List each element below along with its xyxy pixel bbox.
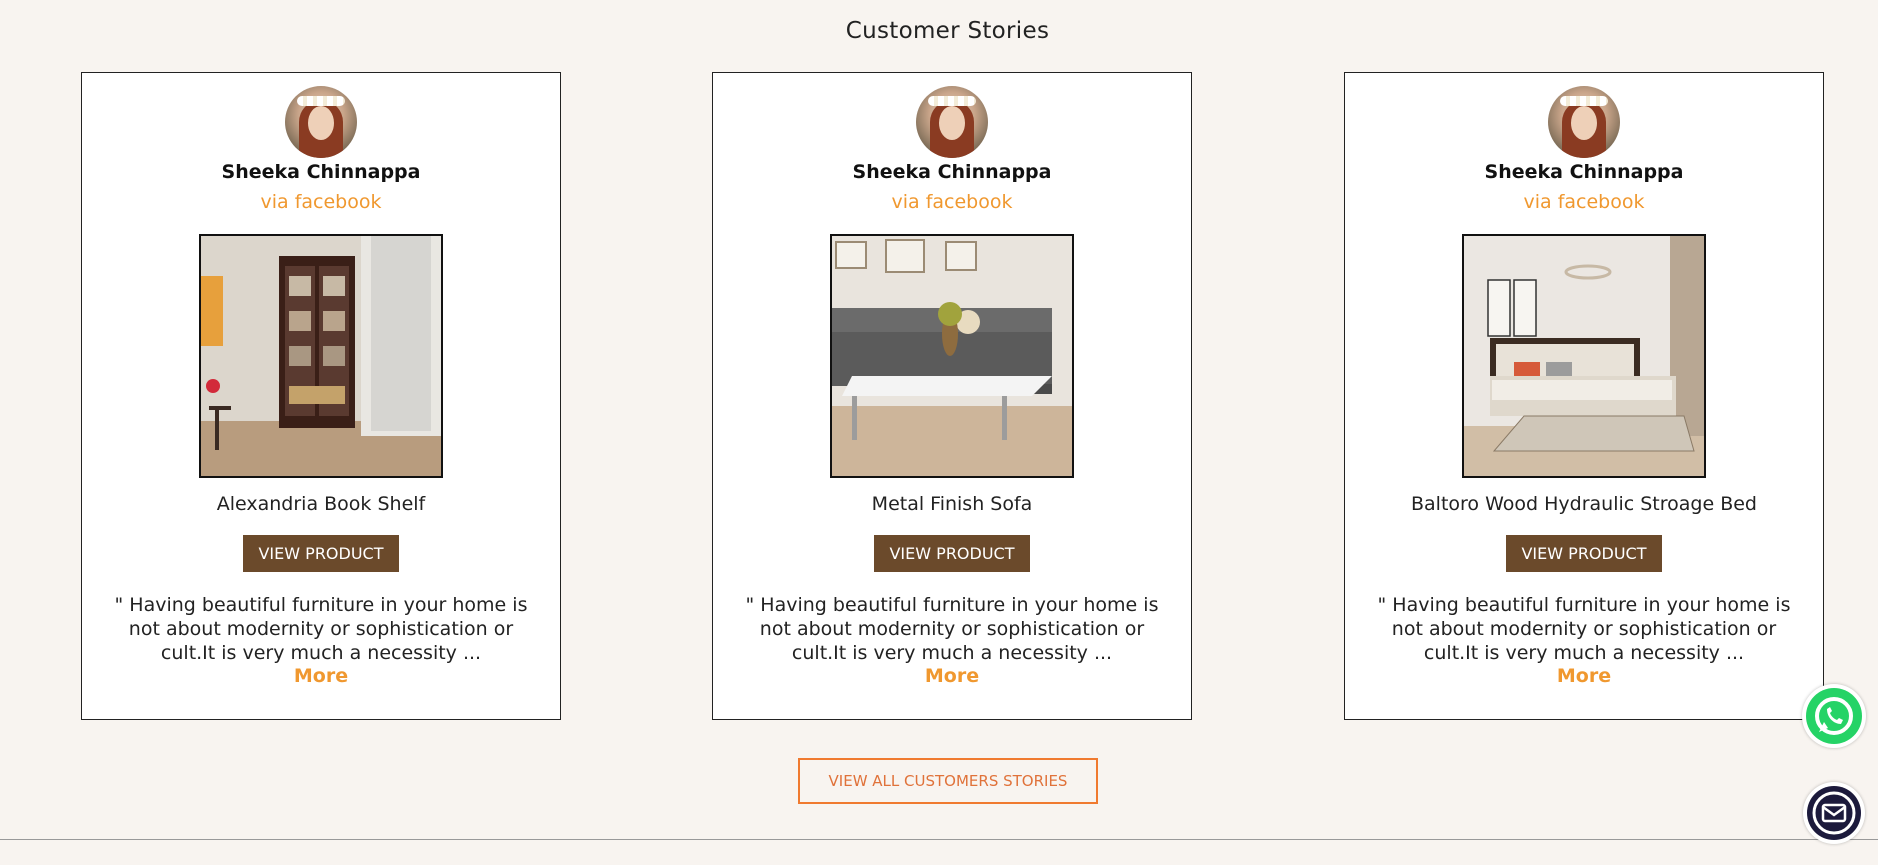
story-quote: " Having beautiful furniture in your hom… <box>745 594 1159 664</box>
customer-name: Sheeka Chinnappa <box>852 161 1052 183</box>
customer-avatar <box>916 86 988 158</box>
customer-avatar <box>285 86 357 158</box>
view-product-button[interactable]: VIEW PRODUCT <box>874 535 1030 572</box>
chat-mail-icon <box>1807 786 1861 840</box>
customer-name: Sheeka Chinnappa <box>221 161 421 183</box>
customer-name: Sheeka Chinnappa <box>1484 161 1684 183</box>
footer-divider <box>0 839 1878 840</box>
product-image-sofa[interactable] <box>830 234 1074 478</box>
whatsapp-icon <box>1806 688 1862 744</box>
story-quote: " Having beautiful furniture in your hom… <box>114 594 528 664</box>
product-image-bed[interactable] <box>1462 234 1706 478</box>
story-source: via facebook <box>1523 191 1645 213</box>
story-card: Sheeka Chinnappa via facebook Baltoro Wo… <box>1344 72 1824 720</box>
whatsapp-button[interactable] <box>1802 684 1866 748</box>
story-quote: " Having beautiful furniture in your hom… <box>1377 594 1791 664</box>
more-link[interactable]: More <box>82 665 560 687</box>
view-product-button[interactable]: VIEW PRODUCT <box>1506 535 1662 572</box>
product-image-bookshelf[interactable] <box>199 234 443 478</box>
view-product-button[interactable]: VIEW PRODUCT <box>243 535 399 572</box>
more-link[interactable]: More <box>713 665 1191 687</box>
chat-button[interactable] <box>1803 782 1865 844</box>
story-card: Sheeka Chinnappa via facebook Alexandria… <box>81 72 561 720</box>
product-name: Alexandria Book Shelf <box>216 493 426 515</box>
story-source: via facebook <box>891 191 1013 213</box>
product-name: Baltoro Wood Hydraulic Stroage Bed <box>1411 493 1757 515</box>
story-source: via facebook <box>260 191 382 213</box>
section-title: Customer Stories <box>845 18 1050 44</box>
product-name: Metal Finish Sofa <box>871 493 1033 515</box>
view-all-stories-button[interactable]: VIEW ALL CUSTOMERS STORIES <box>798 758 1098 804</box>
story-card: Sheeka Chinnappa via facebook Metal Fini… <box>712 72 1192 720</box>
customer-avatar <box>1548 86 1620 158</box>
more-link[interactable]: More <box>1345 665 1823 687</box>
